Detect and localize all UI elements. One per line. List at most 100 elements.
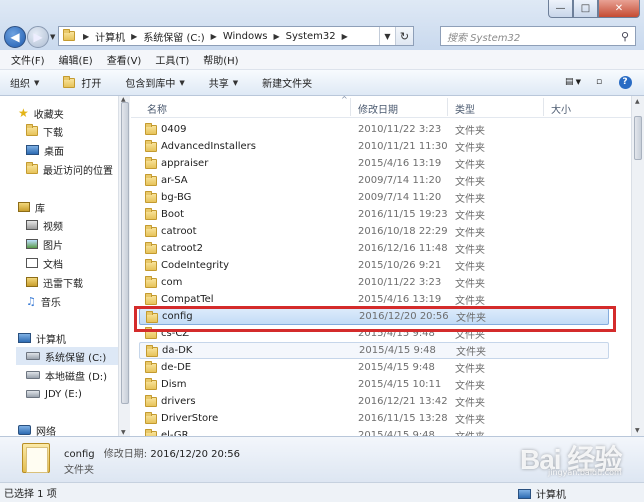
file-name: AdvancedInstallers: [161, 141, 256, 152]
maximize-button[interactable]: □: [573, 0, 598, 18]
new-folder-button[interactable]: 新建文件夹: [262, 75, 312, 90]
nav-network[interactable]: 网络: [18, 421, 56, 436]
column-size[interactable]: 大小: [551, 101, 571, 116]
scroll-down-icon[interactable]: ▼: [121, 429, 126, 436]
column-name[interactable]: 名称: [147, 101, 167, 116]
file-type: 文件夹: [455, 296, 485, 307]
recent-pages-dropdown[interactable]: ▼: [50, 33, 55, 41]
file-row[interactable]: CompatTel 2015/4/16 13:19 文件夹: [139, 291, 609, 308]
nav-label: 迅雷下载: [43, 278, 83, 290]
nav-downloads[interactable]: 下载: [26, 122, 63, 140]
nav-computer[interactable]: 计算机: [18, 329, 66, 347]
file-modified-date: 2016/10/18 22:29: [358, 226, 448, 237]
file-type: 文件夹: [455, 194, 485, 205]
close-button[interactable]: ✕: [598, 0, 640, 18]
file-row[interactable]: DriverStore 2016/11/15 13:28 文件夹: [139, 410, 609, 427]
file-list-scrollbar[interactable]: ▲ ▼: [631, 96, 644, 436]
nav-recent-places[interactable]: 最近访问的位置: [26, 160, 113, 178]
file-row[interactable]: bg-BG 2009/7/14 11:20 文件夹: [139, 189, 609, 206]
folder-icon: [145, 225, 157, 237]
file-row[interactable]: appraiser 2015/4/16 13:19 文件夹: [139, 155, 609, 172]
nav-label: 下载: [43, 127, 63, 139]
minimize-button[interactable]: —: [548, 0, 573, 18]
file-row[interactable]: com 2010/11/22 3:23 文件夹: [139, 274, 609, 291]
forward-button[interactable]: ▶: [27, 26, 49, 48]
file-row[interactable]: 0409 2010/11/22 3:23 文件夹: [139, 121, 609, 138]
folder-icon: [63, 29, 75, 41]
nav-documents[interactable]: 文档: [26, 254, 63, 272]
file-row[interactable]: CodeIntegrity 2015/10/26 9:21 文件夹: [139, 257, 609, 274]
address-bar[interactable]: ▶ 计算机 ▶ 系统保留 (C:) ▶ Windows ▶ System32 ▶…: [58, 26, 414, 46]
search-box[interactable]: 搜索 System32 ⚲: [440, 26, 636, 46]
breadcrumb-computer[interactable]: 计算机: [95, 29, 125, 44]
file-row[interactable]: da-DK 2015/4/15 9:48 文件夹: [139, 342, 609, 359]
column-date[interactable]: 修改日期: [358, 101, 398, 116]
file-row[interactable]: config 2016/12/20 20:56 文件夹: [139, 308, 609, 325]
file-modified-date: 2015/10/26 9:21: [358, 260, 442, 271]
refresh-button[interactable]: ↻: [395, 27, 413, 45]
nav-desktop[interactable]: 桌面: [26, 141, 64, 159]
scroll-thumb[interactable]: [121, 102, 129, 404]
file-row[interactable]: cs-CZ 2015/4/15 9:48 文件夹: [139, 325, 609, 342]
navigation-scrollbar[interactable]: ▲ ▼: [118, 96, 130, 436]
scroll-thumb[interactable]: [634, 116, 642, 160]
folder-icon: [145, 293, 157, 305]
chevron-right-icon[interactable]: ▶: [211, 32, 217, 41]
file-row[interactable]: ar-SA 2009/7/14 11:20 文件夹: [139, 172, 609, 189]
file-row[interactable]: el-GR2015/4/15 9:48文件夹: [139, 427, 609, 436]
share-button[interactable]: 共享 ▼: [209, 75, 238, 91]
nav-favorites[interactable]: ★ 收藏夹: [18, 104, 64, 122]
preview-pane-button[interactable]: ▫: [590, 74, 608, 90]
nav-drive-c[interactable]: 系统保留 (C:): [16, 347, 118, 365]
organize-label: 组织: [10, 79, 30, 90]
nav-music[interactable]: ♫ 音乐: [26, 292, 61, 310]
include-in-library-button[interactable]: 包含到库中 ▼: [125, 75, 184, 91]
chevron-right-icon[interactable]: ▶: [83, 32, 89, 41]
breadcrumb-drive-c[interactable]: 系统保留 (C:): [143, 29, 204, 44]
nav-pictures[interactable]: 图片: [26, 235, 63, 253]
search-icon[interactable]: ⚲: [621, 30, 629, 43]
nav-videos[interactable]: 视频: [26, 216, 63, 234]
chevron-right-icon[interactable]: ▶: [342, 32, 348, 41]
file-row[interactable]: de-DE 2015/4/15 9:48 文件夹: [139, 359, 609, 376]
chevron-right-icon[interactable]: ▶: [273, 32, 279, 41]
scroll-down-icon[interactable]: ▼: [635, 427, 640, 434]
file-row[interactable]: catroot 2016/10/18 22:29 文件夹: [139, 223, 609, 240]
nav-thunder-downloads[interactable]: 迅雷下载: [26, 273, 83, 291]
file-row[interactable]: AdvancedInstallers 2010/11/21 11:30 文件夹: [139, 138, 609, 155]
menu-tools[interactable]: 工具(T): [148, 52, 196, 67]
file-row[interactable]: Dism 2015/4/15 10:11 文件夹: [139, 376, 609, 393]
help-button[interactable]: ?: [616, 74, 634, 90]
organize-button[interactable]: 组织 ▼: [10, 75, 39, 91]
scroll-up-icon[interactable]: ▲: [635, 98, 640, 105]
view-options-button[interactable]: ▤ ▼: [564, 74, 582, 90]
breadcrumb-windows[interactable]: Windows: [223, 31, 268, 42]
menu-help[interactable]: 帮助(H): [196, 52, 245, 67]
file-row[interactable]: catroot2 2016/12/16 11:48 文件夹: [139, 240, 609, 257]
address-history-dropdown[interactable]: ▼: [379, 27, 395, 45]
details-title: config 修改日期: 2016/12/20 20:56: [64, 445, 240, 460]
nav-libraries[interactable]: 库: [18, 198, 45, 216]
menu-view[interactable]: 查看(V): [100, 52, 149, 67]
file-type: 文件夹: [456, 347, 486, 358]
nav-drive-d[interactable]: 本地磁盘 (D:): [26, 366, 107, 384]
open-button[interactable]: 打开: [63, 75, 101, 90]
nav-label: 视频: [43, 221, 63, 233]
breadcrumb-system32[interactable]: System32: [286, 31, 336, 42]
file-name: CompatTel: [161, 294, 214, 305]
chevron-right-icon[interactable]: ▶: [131, 32, 137, 41]
menu-file[interactable]: 文件(F): [4, 52, 52, 67]
file-row[interactable]: drivers 2016/12/21 13:42 文件夹: [139, 393, 609, 410]
toolbar-right: ▤ ▼ ▫ ?: [556, 74, 634, 90]
search-input[interactable]: 搜索 System32: [447, 29, 520, 44]
menu-edit[interactable]: 编辑(E): [52, 52, 100, 67]
file-modified-date: 2016/12/20 20:56: [359, 311, 449, 322]
folder-icon: [145, 140, 157, 152]
column-type[interactable]: 类型: [455, 101, 475, 116]
file-row[interactable]: Boot 2016/11/15 19:23 文件夹: [139, 206, 609, 223]
nav-label: 网络: [36, 426, 56, 437]
nav-drive-e[interactable]: JDY (E:): [26, 385, 82, 403]
file-type: 文件夹: [455, 262, 485, 273]
back-button[interactable]: ◀: [4, 26, 26, 48]
status-selection: 已选择 1 项: [4, 489, 57, 500]
